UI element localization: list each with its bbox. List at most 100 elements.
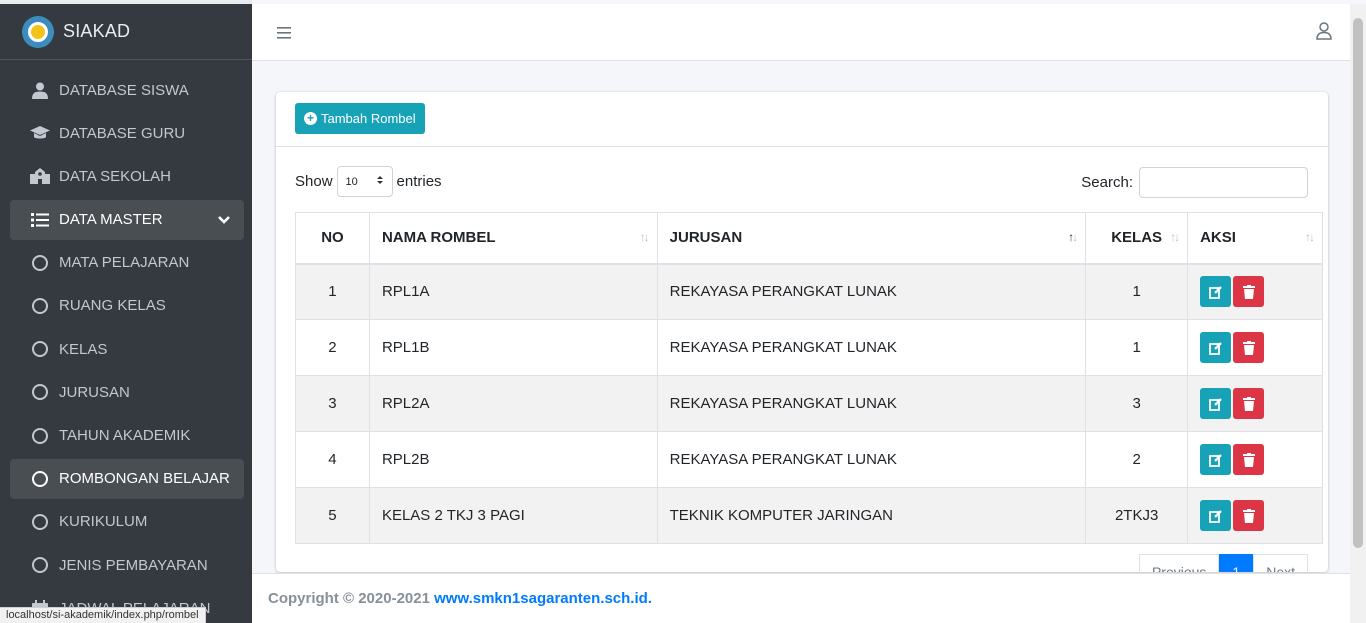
entries-label: entries: [396, 173, 442, 190]
page-scrollbar[interactable]: [1350, 4, 1366, 623]
table-header-row: NO NAMA ROMBEL ↑↓ JURUSAN ↑↓ KELAS ↑↓ AKSI ↑…: [295, 212, 1323, 265]
sidebar: SIAKAD DATABASE SISWA DATABASE GURU DATA…: [0, 0, 252, 623]
pagination-previous[interactable]: Previous: [1138, 554, 1220, 572]
top-navbar: [252, 4, 1350, 61]
delete-button[interactable]: [1233, 276, 1265, 308]
cell-nama-rombel: RPL2B: [368, 431, 658, 488]
sidebar-item-rombongan-belajar[interactable]: ROMBONGAN BELAJAR: [10, 458, 244, 499]
entries-select[interactable]: 10: [336, 166, 393, 197]
sidebar-item-jenis-pembayaran[interactable]: JENIS PEMBAYARAN: [10, 545, 244, 585]
cell-no: 2: [295, 319, 370, 376]
footer-link[interactable]: www.smkn1sagaranten.sch.id.: [434, 590, 652, 607]
delete-button[interactable]: [1233, 500, 1265, 531]
table-row: 3 RPL2A REKAYASA PERANGKAT LUNAK 3: [295, 375, 1323, 432]
circle-icon: [30, 555, 50, 575]
search-label: Search:: [1081, 174, 1133, 191]
cell-jurusan: REKAYASA PERANGKAT LUNAK: [656, 319, 1087, 376]
footer-copyright: Copyright © 2020-2021: [268, 590, 430, 607]
add-rombel-button[interactable]: + Tambah Rombel: [295, 103, 425, 134]
sidebar-item-tahun-akademik[interactable]: TAHUN AKADEMIK: [10, 416, 244, 456]
column-header-kelas[interactable]: KELAS ↑↓: [1085, 212, 1189, 265]
edit-button[interactable]: [1200, 388, 1232, 419]
add-rombel-label: Tambah Rombel: [321, 111, 416, 126]
cell-kelas: 2: [1085, 431, 1189, 488]
delete-button[interactable]: [1233, 444, 1265, 475]
search-input[interactable]: [1139, 167, 1308, 198]
footer: Copyright © 2020-2021 www.smkn1sagarante…: [252, 573, 1350, 623]
sidebar-item-label: JENIS PEMBAYARAN: [59, 556, 208, 574]
edit-button[interactable]: [1200, 444, 1232, 475]
sidebar-item-kurikulum[interactable]: KURIKULUM: [10, 502, 244, 542]
rombel-table: NO NAMA ROMBEL ↑↓ JURUSAN ↑↓ KELAS ↑↓ AKSI ↑…: [295, 212, 1323, 544]
cell-aksi: [1187, 375, 1323, 432]
sidebar-item-label: JURUSAN: [59, 383, 130, 401]
brand-link[interactable]: SIAKAD: [0, 4, 252, 60]
sidebar-item-label: MATA PELAJARAN: [59, 254, 190, 272]
sidebar-item-mata-pelajaran[interactable]: MATA PELAJARAN: [10, 243, 244, 283]
sidebar-item-kelas[interactable]: KELAS: [10, 329, 244, 369]
sidebar-item-database-guru[interactable]: DATABASE GURU: [10, 113, 244, 153]
header-label: NAMA ROMBEL: [381, 229, 496, 247]
entries-control: Show 10 entries: [295, 166, 442, 197]
circle-icon: [30, 469, 50, 489]
cell-jurusan: TEKNIK KOMPUTER JARINGAN: [656, 487, 1087, 544]
pagination-next[interactable]: Next: [1253, 554, 1308, 572]
delete-button[interactable]: [1233, 332, 1265, 363]
edit-button[interactable]: [1200, 276, 1232, 308]
table-row: 4 RPL2B REKAYASA PERANGKAT LUNAK 2: [295, 431, 1323, 488]
circle-icon: [30, 339, 50, 359]
sidebar-item-jurusan[interactable]: JURUSAN: [10, 372, 244, 412]
sidebar-item-label: TAHUN AKADEMIK: [59, 427, 191, 444]
sidebar-item-data-sekolah[interactable]: DATA SEKOLAH: [10, 156, 244, 196]
user-menu-icon[interactable]: [1316, 22, 1332, 43]
cell-aksi: [1187, 319, 1323, 376]
sidebar-item-database-siswa[interactable]: DATABASE SISWA: [10, 70, 244, 110]
edit-button[interactable]: [1200, 332, 1232, 363]
trash-icon: [1242, 452, 1255, 467]
column-header-jurusan[interactable]: JURUSAN ↑↓: [656, 212, 1087, 265]
table-row: 5 KELAS 2 TKJ 3 PAGI TEKNIK KOMPUTER JARIN…: [295, 487, 1323, 544]
sort-icon: ↑↓: [1305, 230, 1315, 244]
scrollbar-thumb[interactable]: [1353, 18, 1363, 548]
cell-kelas: 1: [1085, 319, 1189, 376]
sort-icon: ↑↓: [1170, 230, 1180, 244]
sort-ascending-icon: ↑↓: [1068, 230, 1078, 244]
delete-button[interactable]: [1233, 388, 1265, 419]
chevron-down-icon: [218, 212, 230, 229]
menu-toggle-icon[interactable]: [277, 26, 291, 42]
cell-kelas: 2TKJ3: [1085, 487, 1189, 544]
sidebar-item-label: DATA MASTER: [59, 211, 163, 229]
cell-jurusan: REKAYASA PERANGKAT LUNAK: [656, 431, 1087, 488]
sort-icon: ↑↓: [639, 230, 650, 244]
pagination: Previous 1 Next: [1138, 554, 1308, 572]
pagination-page-1[interactable]: 1: [1219, 554, 1254, 572]
cell-aksi: [1187, 431, 1323, 488]
sidebar-item-data-master[interactable]: DATA MASTER: [10, 199, 244, 240]
edit-icon: [1208, 341, 1222, 355]
trash-icon: [1242, 508, 1255, 523]
brand-title: SIAKAD: [63, 21, 131, 41]
show-label: Show: [295, 173, 333, 190]
card-header: + Tambah Rombel: [276, 92, 1328, 147]
header-label: AKSI: [1200, 229, 1236, 247]
edit-button[interactable]: [1200, 500, 1232, 531]
rombel-card: + Tambah Rombel Show 10 entries Search: …: [276, 92, 1328, 572]
sidebar-item-label: DATABASE GURU: [59, 124, 186, 142]
sidebar-item-ruang-kelas[interactable]: RUANG KELAS: [10, 286, 244, 326]
header-label: NO: [321, 229, 344, 247]
edit-icon: [1208, 397, 1222, 411]
cell-nama-rombel: RPL1A: [368, 263, 658, 320]
cell-jurusan: REKAYASA PERANGKAT LUNAK: [656, 375, 1087, 432]
cell-jurusan: REKAYASA PERANGKAT LUNAK: [656, 263, 1087, 320]
cell-nama-rombel: RPL1B: [368, 319, 658, 376]
header-label: JURUSAN: [669, 229, 743, 247]
plus-circle-icon: +: [304, 112, 317, 125]
cell-no: 1: [295, 263, 370, 320]
column-header-aksi[interactable]: AKSI ↑↓: [1187, 212, 1323, 265]
select-arrows-icon: [376, 174, 384, 189]
circle-icon: [30, 296, 50, 316]
school-icon: [30, 166, 50, 186]
table-row: 2 RPL1B REKAYASA PERANGKAT LUNAK 1: [295, 319, 1323, 376]
column-header-no[interactable]: NO: [295, 212, 370, 265]
column-header-nama-rombel[interactable]: NAMA ROMBEL ↑↓: [368, 212, 658, 265]
